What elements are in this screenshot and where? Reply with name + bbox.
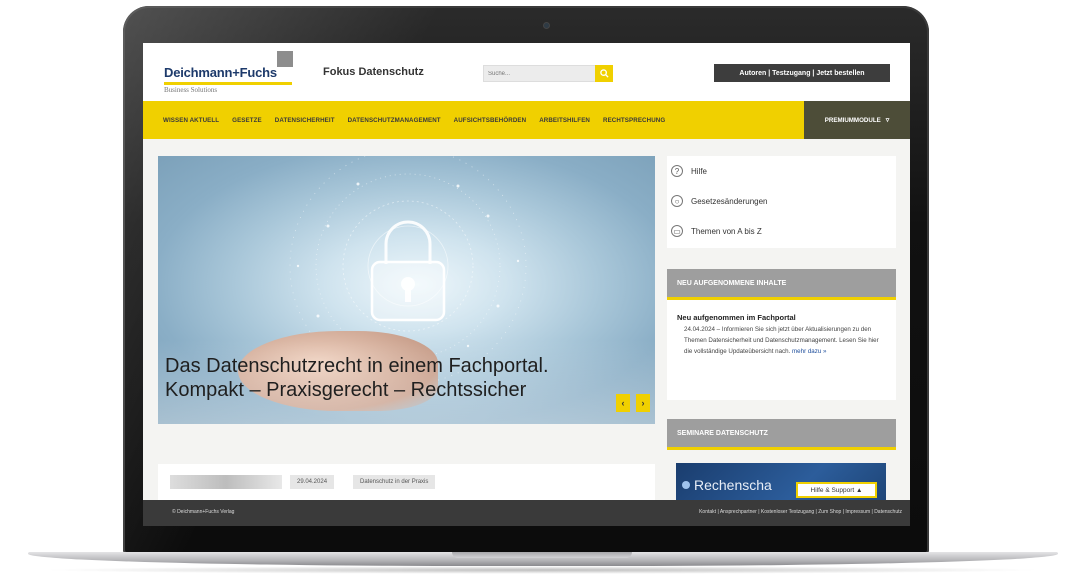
quick-link-label: Themen von A bis Z	[691, 226, 762, 236]
slider-next-button[interactable]: ›	[636, 394, 650, 412]
new-content-title[interactable]: Neu aufgenommen im Fachportal	[677, 313, 796, 322]
premium-label: PREMIUMMODULE	[824, 116, 881, 124]
hero-title-line2: Kompakt – Praxisgerecht – Rechtssicher	[165, 379, 527, 401]
read-more-link[interactable]: mehr dazu »	[792, 348, 826, 355]
auth-button[interactable]: Autoren | Testzugang | Jetzt bestellen	[714, 64, 890, 82]
new-content-heading: NEU AUFGENOMMENE INHALTE	[667, 269, 896, 300]
quick-link-label: Hilfe	[691, 166, 708, 176]
screen: Deichmann+Fuchs Business Solutions Fokus…	[143, 43, 910, 526]
teaser-date: 29.04.2024	[290, 475, 335, 489]
teaser-thumbnail	[170, 475, 282, 489]
book-icon: ▭	[671, 225, 683, 237]
site-title: Fokus Datenschutz	[323, 66, 424, 78]
search-input[interactable]	[484, 66, 596, 81]
seminar-heading: SEMINARE DATENSCHUTZ	[667, 419, 896, 450]
site-footer: © Deichmann+Fuchs Verlag Kontakt | Anspr…	[143, 500, 910, 526]
logo-square-icon	[277, 51, 293, 67]
laptop-notch	[452, 552, 632, 558]
logo-subtitle: Business Solutions	[164, 86, 218, 94]
chevron-down-icon: ▿	[885, 117, 890, 124]
seminar-dot-icon	[682, 481, 690, 489]
quick-link-gesetzesaenderungen[interactable]: ○ Gesetzesänderungen	[671, 191, 768, 211]
site-header: Deichmann+Fuchs Business Solutions Fokus…	[143, 43, 910, 101]
hero-title-line1: Das Datenschutzrecht in einem Fachportal…	[165, 355, 549, 377]
help-support-button[interactable]: Hilfe & Support ▲	[796, 482, 877, 498]
slider-prev-button[interactable]: ‹	[616, 394, 630, 412]
quick-link-hilfe[interactable]: ? Hilfe	[671, 161, 707, 181]
search-icon	[599, 69, 609, 78]
footer-copyright: © Deichmann+Fuchs Verlag	[172, 509, 235, 515]
hero-title: Das Datenschutzrecht in einem Fachportal…	[165, 354, 549, 402]
help-icon: ?	[671, 165, 683, 177]
quick-link-themen[interactable]: ▭ Themen von A bis Z	[671, 221, 762, 241]
footer-links[interactable]: Kontakt | Ansprechpartner | Kostenloser …	[699, 509, 902, 515]
premium-modules-button[interactable]: PREMIUMMODULE ▿	[804, 101, 910, 139]
laptop-shadow	[40, 566, 1044, 574]
search-box	[483, 65, 613, 82]
new-content-body: 24.04.2024 – Informieren Sie sich jetzt …	[684, 326, 879, 355]
logo-underline	[164, 82, 292, 85]
logo[interactable]: Deichmann+Fuchs Business Solutions	[164, 55, 292, 95]
new-content-text: 24.04.2024 – Informieren Sie sich jetzt …	[684, 325, 886, 357]
nav-item-rechtsprechung[interactable]: RECHTSPRECHUNG	[603, 117, 665, 124]
nav-item-aufsichtsbehoerden[interactable]: AUFSICHTSBEHÖRDEN	[454, 117, 527, 124]
logo-text: Deichmann+Fuchs	[164, 65, 277, 80]
nav-item-datenschutzmanagement[interactable]: DATENSCHUTZMANAGEMENT	[348, 117, 441, 124]
quick-links: ? Hilfe ○ Gesetzesänderungen ▭ Themen vo…	[667, 156, 896, 248]
hero-slider[interactable]: Das Datenschutzrecht in einem Fachportal…	[158, 156, 655, 424]
laptop-mockup: Deichmann+Fuchs Business Solutions Fokus…	[0, 0, 1084, 575]
teaser-category: Datenschutz in der Praxis	[353, 475, 436, 489]
main-nav: WISSEN AKTUELL GESETZE DATENSICHERHEIT D…	[143, 101, 910, 139]
camera-icon	[544, 23, 549, 28]
search-button[interactable]	[595, 65, 613, 82]
nav-item-gesetze[interactable]: GESETZE	[232, 117, 262, 124]
new-content-box: Neu aufgenommen im Fachportal 24.04.2024…	[667, 300, 896, 400]
nav-item-datensicherheit[interactable]: DATENSICHERHEIT	[275, 117, 335, 124]
seminar-banner-text: Rechenscha	[694, 477, 772, 493]
quick-link-label: Gesetzesänderungen	[691, 196, 768, 206]
nav-item-arbeitshilfen[interactable]: ARBEITSHILFEN	[539, 117, 590, 124]
nav-item-wissen-aktuell[interactable]: WISSEN AKTUELL	[163, 117, 219, 124]
circle-icon: ○	[671, 195, 683, 207]
article-teaser[interactable]: 29.04.2024 Datenschutz in der Praxis	[158, 464, 655, 500]
